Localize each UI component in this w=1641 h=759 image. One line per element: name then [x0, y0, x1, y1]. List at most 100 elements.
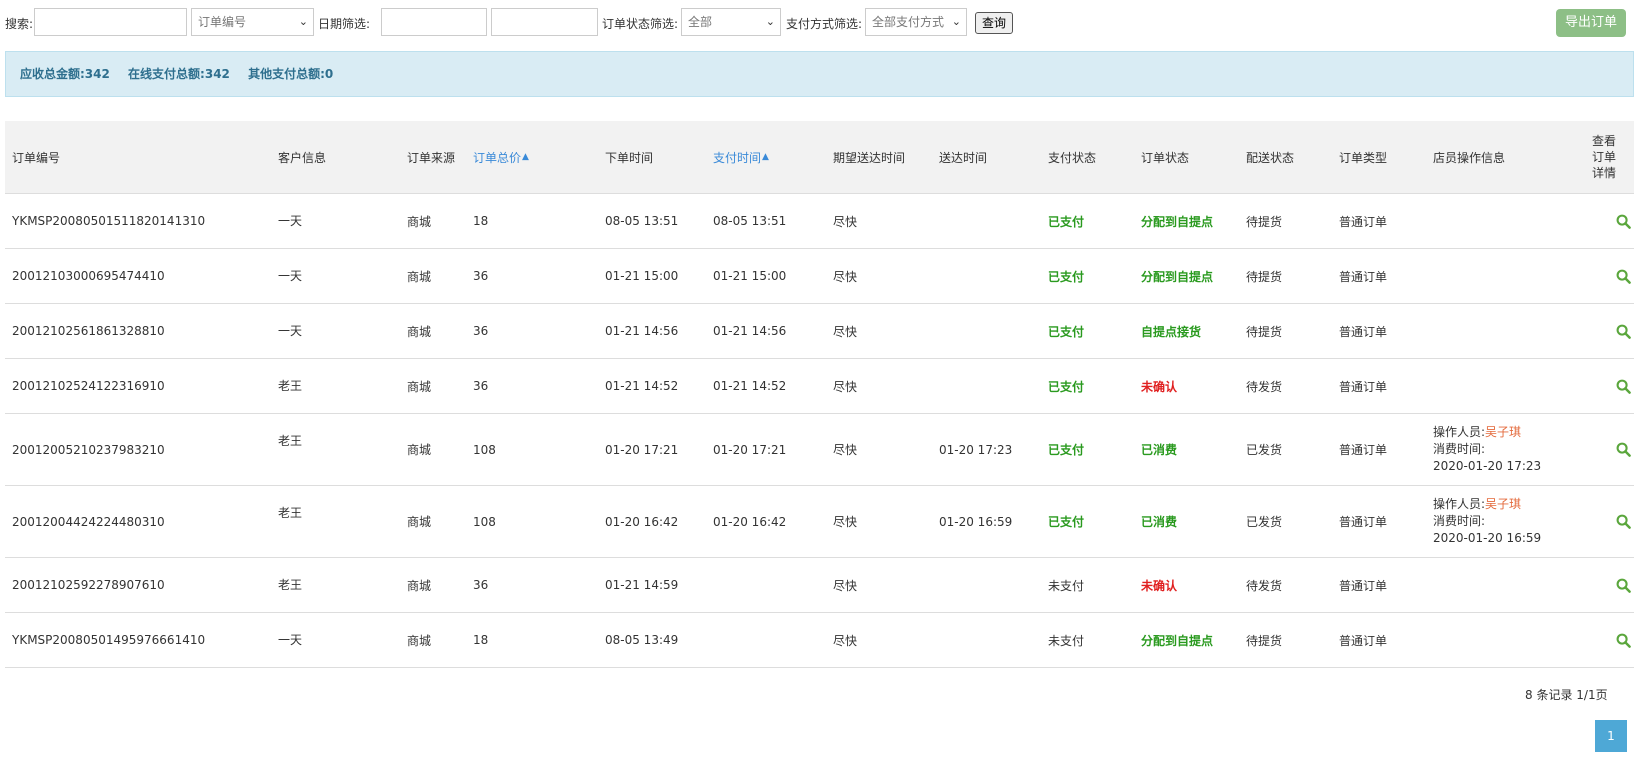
- pay-method-value: 全部支付方式: [872, 15, 945, 29]
- chevron-down-icon: ⌄: [298, 15, 308, 28]
- header-created: 下单时间: [605, 150, 654, 165]
- cell-pay-status: 已支付: [1048, 379, 1085, 394]
- view-order-button[interactable]: [1616, 613, 1631, 667]
- search-icon: [1616, 269, 1631, 284]
- cell-expected: 尽快: [833, 379, 858, 394]
- cell-order-status: 分配到自提点: [1141, 269, 1214, 284]
- export-orders-button[interactable]: 导出订单: [1556, 9, 1626, 37]
- header-delivery-status: 配送状态: [1246, 150, 1295, 165]
- cell-paid-at: 08-05 13:51: [713, 214, 787, 228]
- pay-method-select[interactable]: 全部支付方式 ⌄: [865, 8, 967, 36]
- cell-order-type: 普通订单: [1339, 214, 1388, 229]
- header-view: 查看订单详情: [1592, 134, 1617, 180]
- cell-customer: 老王: [278, 578, 303, 592]
- order-status-select[interactable]: 全部 ⌄: [681, 8, 781, 36]
- cell-pay-status: 已支付: [1048, 515, 1085, 529]
- view-order-button[interactable]: [1616, 359, 1631, 413]
- cell-pay-status: 已支付: [1048, 269, 1085, 284]
- table-row: YKMSP20080501495976661410 一天 商城 18 08-05 13:…: [5, 613, 1634, 668]
- cell-total: 18: [473, 214, 489, 228]
- cell-order-no: 20012102592278907610: [12, 578, 165, 592]
- page-button[interactable]: 1: [1595, 720, 1627, 752]
- cell-source: 商城: [407, 214, 432, 229]
- cell-order-no: YKMSP20080501495976661410: [12, 633, 206, 647]
- table-row: 20012102561861328810 一天 商城 36 01-21 14:56 01-…: [5, 304, 1634, 359]
- date-end-input[interactable]: [491, 8, 598, 36]
- cell-order-status: 已消费: [1141, 515, 1178, 529]
- cell-paid-at: 01-21 15:00: [713, 269, 787, 283]
- cell-total: 36: [473, 578, 489, 592]
- cell-order-type: 普通订单: [1339, 269, 1388, 284]
- search-icon: [1616, 379, 1631, 394]
- search-icon: [1616, 214, 1631, 229]
- cell-created: 01-20 16:42: [605, 514, 679, 529]
- header-order-no: 订单编号: [12, 150, 61, 165]
- cell-order-no: 20012004424224480310: [12, 514, 165, 529]
- cell-created: 01-21 14:56: [605, 324, 679, 338]
- cell-delivery-status: 待提货: [1246, 269, 1283, 284]
- staff-operator-label: 操作人员:: [1433, 425, 1486, 439]
- view-order-button[interactable]: [1616, 414, 1631, 485]
- table-row: 20012102592278907610 老王 商城 36 01-21 14:59 尽快 未…: [5, 558, 1634, 613]
- staff-operator-label: 操作人员:: [1433, 497, 1486, 511]
- cell-delivery-status: 待发货: [1246, 379, 1283, 394]
- header-expected: 期望送达时间: [833, 150, 906, 165]
- cell-order-no: 20012102561861328810: [12, 324, 165, 338]
- cell-delivery-status: 已发货: [1246, 443, 1283, 457]
- search-icon: [1616, 578, 1631, 593]
- cell-expected: 尽快: [833, 578, 858, 593]
- date-start-input[interactable]: [381, 8, 487, 36]
- cell-source: 商城: [407, 443, 432, 457]
- pay-method-filter-label: 支付方式筛选:: [786, 17, 863, 31]
- cell-created: 01-21 14:52: [605, 379, 679, 393]
- staff-operator-name: 吴子琪: [1485, 425, 1522, 439]
- cell-delivery-status: 待提货: [1246, 214, 1283, 229]
- consume-time-label: 消费时间:: [1433, 514, 1486, 528]
- search-type-select[interactable]: 订单编号 ⌄: [191, 8, 314, 36]
- cell-customer: 一天: [278, 214, 303, 228]
- cell-paid-at: 01-21 14:52: [713, 379, 787, 393]
- header-source: 订单来源: [407, 150, 456, 165]
- header-paid-at-sortable[interactable]: 支付时间 ▲︎: [713, 121, 769, 193]
- chevron-down-icon: ⌄: [951, 15, 961, 28]
- cell-delivery-status: 待发货: [1246, 578, 1283, 593]
- cell-source: 商城: [407, 578, 432, 593]
- view-order-button[interactable]: [1616, 249, 1631, 303]
- cell-expected: 尽快: [833, 214, 858, 229]
- cell-order-no: 20012103000695474410: [12, 269, 165, 283]
- query-button[interactable]: 查询: [975, 12, 1013, 34]
- table-row: YKMSP20080501511820141310 一天 商城 18 08-05 13:…: [5, 194, 1634, 249]
- cell-expected: 尽快: [833, 324, 858, 339]
- cell-staff-info: 操作人员:吴子琪 消费时间: 2020-01-20 16:59: [1433, 486, 1541, 557]
- view-order-button[interactable]: [1616, 304, 1631, 358]
- other-pay-total: 其他支付总额:0: [248, 67, 334, 81]
- view-order-button[interactable]: [1616, 558, 1631, 612]
- cell-pay-status: 已支付: [1048, 214, 1085, 229]
- cell-created: 01-20 17:21: [605, 442, 679, 457]
- cell-order-status: 自提点接货: [1141, 324, 1202, 339]
- search-input[interactable]: [34, 8, 187, 36]
- cell-paid-at: 01-20 16:42: [713, 514, 787, 529]
- cell-order-status: 未确认: [1141, 578, 1178, 593]
- cell-pay-status: 未支付: [1048, 578, 1085, 593]
- view-order-button[interactable]: [1616, 486, 1631, 557]
- staff-operator-name: 吴子琪: [1485, 497, 1522, 511]
- sort-icon: ▲︎: [522, 152, 529, 162]
- cell-order-status: 分配到自提点: [1141, 633, 1214, 648]
- view-order-button[interactable]: [1616, 194, 1631, 248]
- sort-icon: ▲︎: [762, 152, 769, 162]
- search-icon: [1616, 633, 1631, 648]
- table-row: 20012004424224480310 老王 商城 108 01-20 16:42 01…: [5, 486, 1634, 558]
- cell-total: 36: [473, 379, 489, 393]
- cell-expected: 尽快: [833, 633, 858, 648]
- cell-pay-status: 已支付: [1048, 324, 1085, 339]
- cell-created: 01-21 14:59: [605, 578, 679, 592]
- payment-summary-bar: 应收总金额:342 在线支付总额:342 其他支付总额:0: [5, 51, 1634, 97]
- cell-source: 商城: [407, 379, 432, 394]
- header-paid-at-label: 支付时间: [713, 150, 762, 165]
- header-total-sortable[interactable]: 订单总价 ▲︎: [473, 121, 529, 193]
- search-type-value: 订单编号: [198, 15, 247, 29]
- cell-source: 商城: [407, 269, 432, 284]
- cell-pay-status: 已支付: [1048, 443, 1085, 457]
- date-filter-label: 日期筛选:: [318, 17, 371, 31]
